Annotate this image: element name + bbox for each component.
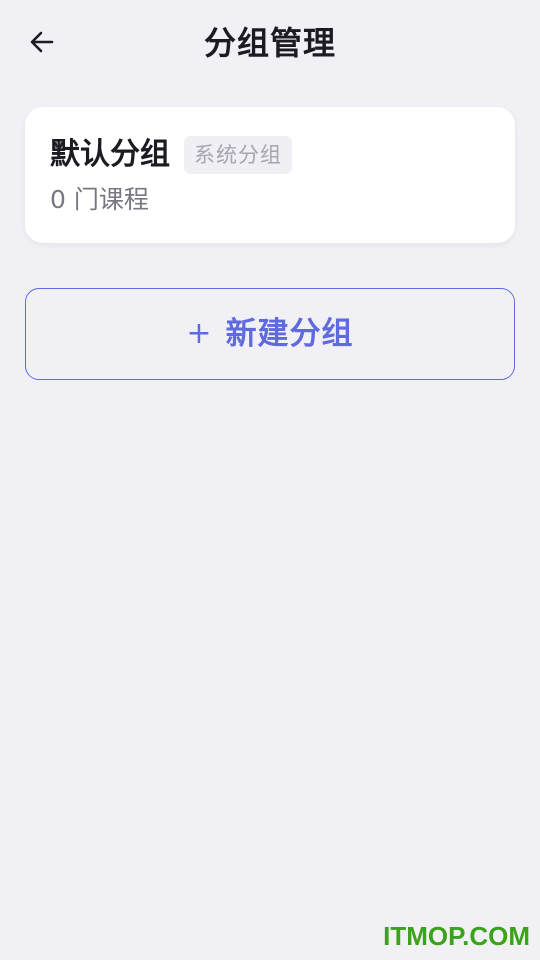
course-count: 0 门课程	[50, 185, 149, 214]
plus-icon: +	[186, 316, 212, 351]
app-header: 分组管理	[0, 0, 540, 88]
new-group-button[interactable]: + 新建分组	[25, 288, 515, 380]
group-name: 默认分组	[50, 137, 170, 172]
new-group-label: 新建分组	[225, 316, 354, 352]
page-title: 分组管理	[203, 24, 336, 62]
system-group-badge: 系统分组	[184, 136, 292, 174]
watermark: ITMOP.COM	[383, 921, 530, 951]
group-title-row: 默认分组 系统分组	[50, 135, 292, 175]
group-card-default[interactable]: 默认分组 系统分组 0 门课程	[25, 107, 515, 243]
